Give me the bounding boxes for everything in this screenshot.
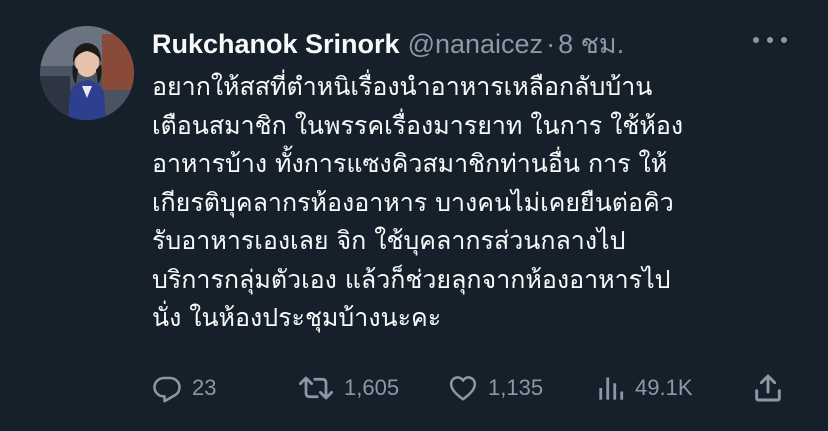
reply-count: 23 [192, 375, 217, 400]
retweet-button[interactable]: 1,605 [298, 368, 399, 408]
retweet-count: 1,605 [344, 375, 400, 400]
reply-icon [153, 376, 181, 403]
tweet[interactable]: Rukchanok Srinork @nanaicez · 8 ชม. อยาก… [0, 0, 828, 431]
share-button[interactable] [752, 368, 784, 408]
tweet-text-line: อาหารบ้าง ทั้งการแซงคิวสมาชิกท่านอื่น กา… [152, 149, 668, 178]
avatar-image [40, 26, 134, 120]
author-display-name[interactable]: Rukchanok Srinork [152, 29, 400, 60]
share-icon [755, 374, 781, 402]
views-icon [599, 377, 624, 400]
views-button[interactable]: 49.1K [597, 368, 693, 408]
like-count: 1,135 [488, 375, 544, 400]
tweet-text-line: เตือนสมาชิก ในพรรคเรื่องมารยาท ในการ ใช้… [152, 110, 684, 140]
tweet-text-line: เกียรติบุคลากรห้องอาหาร บางคนไม่เคยยืนต่… [152, 187, 674, 217]
tweet-text-line: นั่ง ในห้องประชุมบ้างนะคะ [152, 303, 442, 332]
tweet-actions: 23 1,605 1,135 49.1K [152, 368, 792, 408]
tweet-text-line: อยากให้สสที่ตำหนิเรื่องนำอาหารเหลือกลับบ… [152, 72, 653, 101]
tweet-text: อยากให้สสที่ตำหนิเรื่องนำอาหารเหลือกลับบ… [152, 68, 802, 338]
more-options-button[interactable] [748, 26, 792, 54]
avatar[interactable] [40, 26, 134, 120]
like-button[interactable]: 1,135 [448, 368, 543, 408]
tweet-text-line: รับอาหารเองเลย จิก ใช้บุคลากรส่วนกลางไป [152, 226, 626, 255]
tweet-text-line: บริการกลุ่มตัวเอง แล้วก็ช่วยลุกจากห้องอา… [152, 264, 671, 294]
views-count: 49.1K [635, 375, 693, 400]
author-handle[interactable]: @nanaicez [408, 29, 544, 60]
heart-icon [449, 376, 477, 401]
tweet-timestamp[interactable]: 8 ชม. [558, 22, 624, 65]
tweet-header: Rukchanok Srinork @nanaicez · 8 ชม. [152, 22, 624, 60]
reply-button[interactable]: 23 [152, 368, 216, 408]
more-horizontal-icon [753, 37, 787, 43]
header-separator: · [546, 29, 556, 59]
retweet-icon [299, 376, 333, 400]
